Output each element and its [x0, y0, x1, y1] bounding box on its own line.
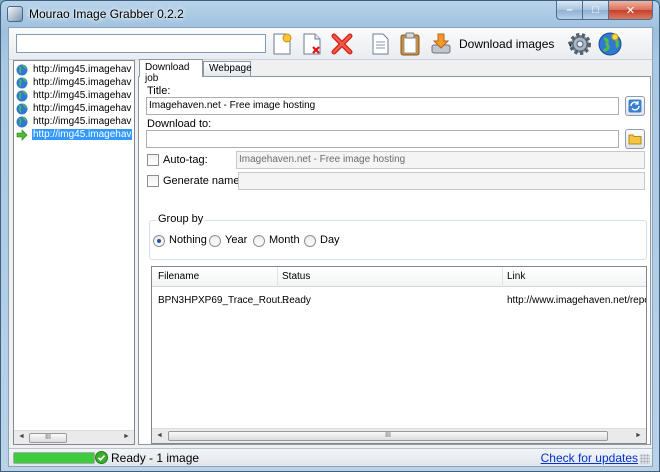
client-area: Download images ▼ http://img45.imagehav …: [8, 27, 653, 467]
tab-webpage[interactable]: Webpage: [203, 61, 252, 76]
green-arrow-icon: [16, 128, 28, 141]
title-field[interactable]: Imagehaven.net - Free image hosting: [146, 97, 619, 115]
delete-icon[interactable]: [329, 31, 355, 57]
generate-names-checkbox[interactable]: [147, 175, 159, 187]
auto-tag-field[interactable]: Imagehaven.net - Free image hosting: [236, 151, 645, 169]
column-divider[interactable]: [502, 267, 503, 287]
radio-nothing[interactable]: [153, 235, 165, 247]
group-by-label: Group by: [156, 213, 206, 225]
app-icon: [7, 6, 23, 22]
clipboard-icon[interactable]: [397, 31, 423, 57]
folder-icon: [628, 134, 642, 145]
scroll-left-icon[interactable]: ◄: [18, 433, 25, 440]
generate-names-field[interactable]: [238, 172, 645, 190]
tree-item[interactable]: http://img45.imagehav: [16, 89, 132, 102]
radio-month-label: Month: [269, 234, 300, 246]
column-header-filename[interactable]: Filename: [158, 271, 199, 282]
download-job-panel: Title: Imagehaven.net - Free image hosti…: [138, 76, 651, 445]
cell-filename: BPN3HPXP69_Trace_Rout...: [158, 295, 289, 306]
maximize-button[interactable]: □: [583, 1, 609, 20]
files-horizontal-scrollbar[interactable]: ◄ III ►: [152, 428, 646, 443]
progress-bar: [13, 452, 95, 464]
status-text: Ready - 1 image: [111, 451, 200, 465]
document-icon[interactable]: [367, 31, 393, 57]
app-window: Mourao Image Grabber 0.2.2 – □ ✕ Downloa…: [0, 0, 660, 472]
generate-names-label: Generate names: [163, 175, 245, 187]
globe-icon: [16, 77, 28, 88]
download-images-icon: [431, 33, 451, 54]
tree-item[interactable]: http://img45.imagehav: [16, 115, 132, 128]
tree-item[interactable]: http://img45.imagehav: [16, 102, 132, 115]
cell-link: http://www.imagehaven.net/report: [507, 295, 647, 306]
column-header-status[interactable]: Status: [282, 271, 310, 282]
files-list[interactable]: Filename Status Link BPN3HPXP69_Trace_Ro…: [151, 266, 647, 444]
auto-tag-label: Auto-tag:: [163, 154, 208, 166]
status-bar: Ready - 1 image Check for updates: [9, 448, 652, 466]
tree-item-selected[interactable]: http://img45.imagehav: [16, 128, 133, 141]
globe-icon[interactable]: [597, 31, 623, 57]
globe-icon: [16, 90, 28, 101]
progress-fill: [14, 453, 94, 463]
tab-download-job[interactable]: Download job: [139, 59, 203, 84]
radio-day-label: Day: [320, 234, 340, 246]
refresh-title-button[interactable]: [625, 96, 645, 116]
close-button[interactable]: ✕: [609, 1, 653, 20]
radio-month[interactable]: [253, 235, 265, 247]
download-to-label: Download to:: [147, 118, 212, 130]
browse-folder-button[interactable]: [625, 129, 645, 149]
radio-day[interactable]: [304, 235, 316, 247]
title-label: Title:: [147, 85, 171, 97]
download-to-field[interactable]: [146, 130, 619, 148]
files-list-header: Filename Status Link: [152, 267, 646, 287]
minimize-button[interactable]: –: [556, 1, 583, 20]
tree-horizontal-scrollbar[interactable]: ◄ III ►: [14, 430, 134, 444]
group-by-box: Group by Nothing Year Month Day: [149, 213, 647, 260]
globe-icon: [16, 64, 28, 75]
column-divider[interactable]: [277, 267, 278, 287]
check-for-updates-link[interactable]: Check for updates: [541, 451, 638, 465]
url-input[interactable]: [16, 34, 266, 53]
scroll-left-icon[interactable]: ◄: [156, 432, 163, 439]
check-icon: [95, 451, 108, 464]
radio-nothing-label: Nothing: [169, 234, 207, 246]
window-controls: – □ ✕: [556, 1, 653, 20]
radio-year[interactable]: [209, 235, 221, 247]
settings-gear-icon[interactable]: [567, 31, 593, 57]
cell-status: Ready: [282, 295, 311, 306]
new-job-icon[interactable]: [269, 31, 295, 57]
tree-item[interactable]: http://img45.imagehav: [16, 63, 132, 76]
download-images-label: Download images: [459, 37, 555, 51]
scroll-right-icon[interactable]: ►: [123, 433, 130, 440]
auto-tag-checkbox[interactable]: [147, 154, 159, 166]
scroll-right-icon[interactable]: ►: [635, 432, 642, 439]
window-title: Mourao Image Grabber 0.2.2: [29, 7, 184, 21]
scroll-thumb[interactable]: III: [29, 433, 67, 443]
column-header-link[interactable]: Link: [507, 271, 525, 282]
remove-job-icon[interactable]: [299, 31, 325, 57]
toolbar: Download images ▼: [9, 28, 652, 60]
refresh-icon: [628, 99, 642, 113]
tree-item[interactable]: http://img45.imagehav: [16, 76, 132, 89]
scroll-thumb[interactable]: III: [168, 431, 608, 441]
globe-icon: [16, 116, 28, 127]
resize-grip[interactable]: [640, 454, 650, 464]
minimize-icon: –: [566, 4, 573, 16]
radio-year-label: Year: [225, 234, 248, 246]
download-images-button[interactable]: Download images ▼: [429, 32, 574, 56]
close-icon: ✕: [625, 4, 636, 17]
job-tree[interactable]: http://img45.imagehav http://img45.image…: [13, 60, 135, 445]
maximize-icon: □: [592, 4, 599, 16]
title-bar[interactable]: Mourao Image Grabber 0.2.2 – □ ✕: [1, 1, 659, 27]
globe-icon: [16, 103, 28, 114]
